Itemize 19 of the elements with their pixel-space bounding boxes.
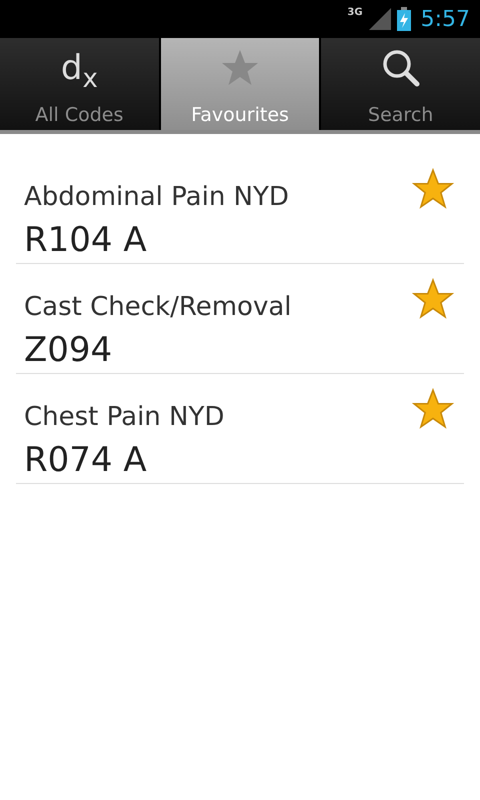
tab[interactable]: Favourites (160, 38, 320, 130)
dx-logo-icon: d$_{x}$ (60, 48, 98, 99)
tab[interactable]: d$_{x}$ All Codes (0, 38, 159, 130)
star-icon (220, 48, 260, 88)
diagnosis-code: Z094 (24, 330, 114, 370)
favourite-star-icon[interactable] (412, 388, 454, 430)
clock-time: 5:57 (420, 6, 470, 32)
diagnosis-name: Cast Check/Removal (24, 292, 292, 322)
network-type: 3G (347, 7, 363, 18)
battery-icon (396, 7, 411, 31)
signal-icon (368, 8, 391, 30)
favourite-star-icon[interactable] (412, 168, 454, 210)
diagnosis-name: Chest Pain NYD (24, 402, 224, 432)
search-icon (380, 48, 421, 88)
diagnosis-name: Abdominal Pain NYD (24, 182, 289, 212)
diagnosis-code: R074 A (24, 440, 148, 480)
favourite-star-icon[interactable] (412, 278, 454, 320)
diagnosis-code: R104 A (24, 220, 148, 260)
tab[interactable]: Search (321, 38, 480, 130)
